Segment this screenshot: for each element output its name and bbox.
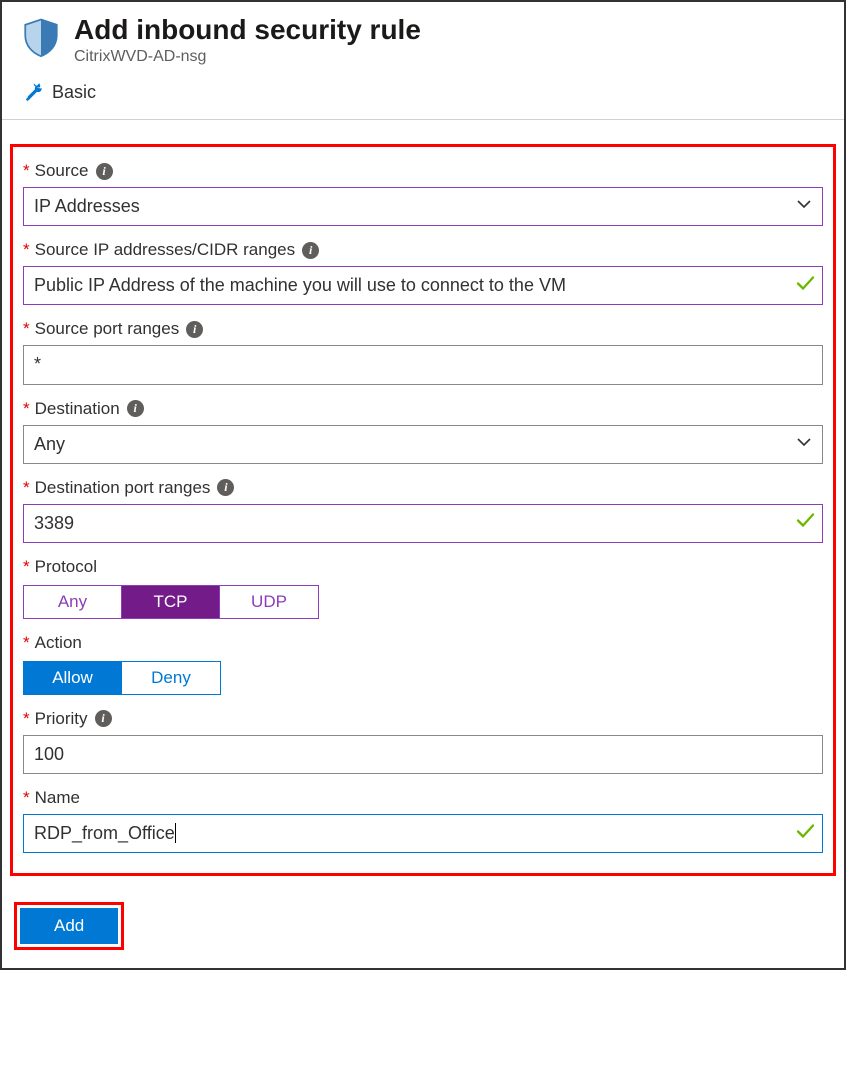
dest-ports-label: * Destination port ranges i [23, 478, 823, 498]
protocol-segmented: Any TCP UDP [23, 585, 319, 619]
priority-label: * Priority i [23, 709, 823, 729]
protocol-option-any[interactable]: Any [24, 586, 122, 618]
name-label: * Name [23, 788, 823, 808]
wrench-icon [24, 83, 44, 103]
basic-toggle-link[interactable]: Basic [52, 82, 96, 103]
checkmark-icon [795, 273, 815, 298]
page-title: Add inbound security rule [74, 14, 421, 46]
action-option-deny[interactable]: Deny [122, 662, 220, 694]
source-select[interactable]: IP Addresses [23, 187, 823, 226]
checkmark-icon [795, 511, 815, 536]
form-highlight-box: * Source i IP Addresses * Source IP addr… [10, 144, 836, 876]
action-label: * Action [23, 633, 823, 653]
chevron-down-icon [796, 194, 812, 219]
action-option-allow[interactable]: Allow [24, 662, 122, 694]
source-ports-input[interactable]: * [23, 345, 823, 384]
protocol-option-udp[interactable]: UDP [220, 586, 318, 618]
info-icon[interactable]: i [302, 242, 319, 259]
protocol-label: * Protocol [23, 557, 823, 577]
resource-name: CitrixWVD-AD-nsg [74, 48, 421, 66]
destination-select[interactable]: Any [23, 425, 823, 464]
priority-input[interactable]: 100 [23, 735, 823, 774]
source-ip-label: * Source IP addresses/CIDR ranges i [23, 240, 823, 260]
source-ip-input[interactable]: Public IP Address of the machine you wil… [23, 266, 823, 305]
add-button[interactable]: Add [20, 908, 118, 944]
shield-icon [20, 16, 62, 58]
destination-label: * Destination i [23, 399, 823, 419]
add-button-highlight: Add [14, 902, 124, 950]
source-ports-label: * Source port ranges i [23, 319, 823, 339]
info-icon[interactable]: i [217, 479, 234, 496]
chevron-down-icon [796, 432, 812, 457]
info-icon[interactable]: i [186, 321, 203, 338]
name-input[interactable]: RDP_from_Office [23, 814, 823, 853]
info-icon[interactable]: i [127, 400, 144, 417]
checkmark-icon [795, 821, 815, 846]
dest-ports-input[interactable]: 3389 [23, 504, 823, 543]
action-segmented: Allow Deny [23, 661, 221, 695]
info-icon[interactable]: i [96, 163, 113, 180]
source-label: * Source i [23, 161, 823, 181]
protocol-option-tcp[interactable]: TCP [122, 586, 220, 618]
info-icon[interactable]: i [95, 710, 112, 727]
